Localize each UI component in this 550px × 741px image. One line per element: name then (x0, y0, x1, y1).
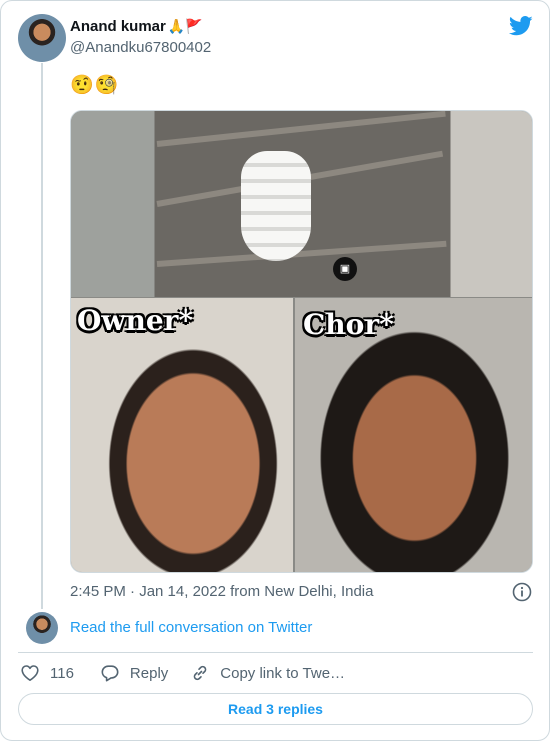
divider (18, 652, 533, 653)
author-name-text[interactable]: Anand kumar (70, 18, 166, 35)
copy-link-button[interactable]: Copy link to Twe… (190, 663, 345, 683)
author-name-emojis: 🙏🚩 (167, 18, 203, 34)
action-bar: 116 Reply Copy link to Twe… (18, 661, 345, 685)
like-button[interactable]: 116 (20, 663, 74, 683)
copy-link-label: Copy link to Twe… (220, 664, 346, 682)
instagram-icon: ▣ (333, 257, 357, 281)
reply-label: Reply (129, 664, 169, 682)
conversation-avatar[interactable] (26, 612, 58, 644)
thread-line (41, 63, 43, 609)
tweet-media[interactable]: ▣ Owner* Chor* (70, 110, 533, 573)
chor-label: Chor* (303, 308, 394, 341)
reply-icon (101, 665, 119, 682)
tweet-text: 🤨🧐 (70, 75, 120, 96)
like-count: 116 (50, 664, 74, 682)
bulb-shape (241, 151, 311, 261)
author-name[interactable]: Anand kumar 🙏🚩 (70, 18, 203, 35)
info-icon[interactable] (512, 582, 532, 602)
tweet-embed-card: Anand kumar 🙏🚩 @Anandku67800402 🤨🧐 ▣ Own… (0, 0, 550, 741)
twitter-bird-icon[interactable] (509, 16, 533, 36)
media-chor-photo: Chor* (295, 298, 532, 572)
media-owner-photo: Owner* (71, 298, 293, 572)
read-replies-button[interactable]: Read 3 replies (18, 693, 533, 725)
tweet-timestamp[interactable]: 2:45 PM · Jan 14, 2022 from New Delhi, I… (70, 583, 374, 600)
author-handle[interactable]: @Anandku67800402 (70, 39, 211, 56)
media-bulb-photo: ▣ (71, 111, 532, 297)
reply-button[interactable]: Reply (100, 663, 168, 683)
heart-icon (21, 665, 39, 681)
link-icon (193, 665, 207, 681)
author-avatar[interactable] (18, 14, 66, 62)
read-conversation-link[interactable]: Read the full conversation on Twitter (70, 619, 312, 636)
owner-label: Owner* (77, 304, 194, 337)
